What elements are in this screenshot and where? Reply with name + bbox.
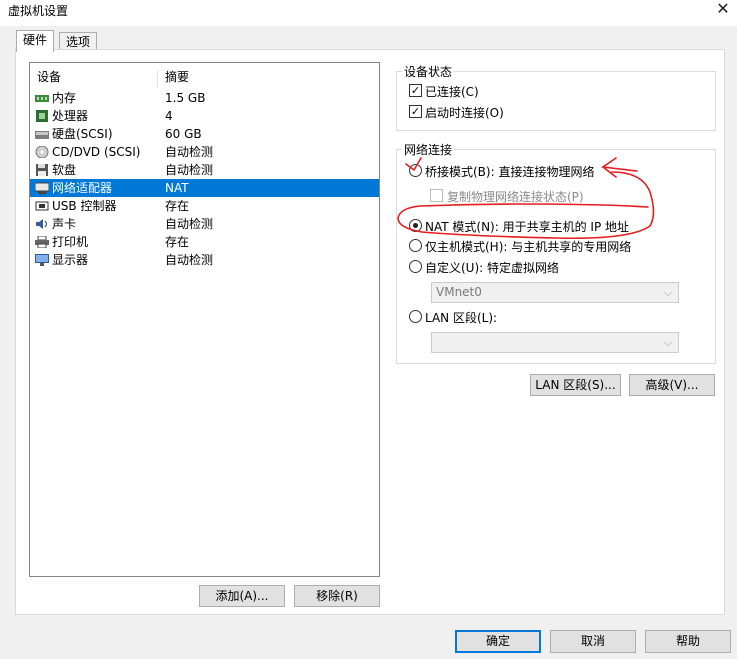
red-annotation-overlay [397,157,655,240]
annotation-curve-loop [397,171,655,240]
tab-hardware[interactable]: 硬件 [16,30,55,52]
annotation-tick-mark [405,157,422,172]
